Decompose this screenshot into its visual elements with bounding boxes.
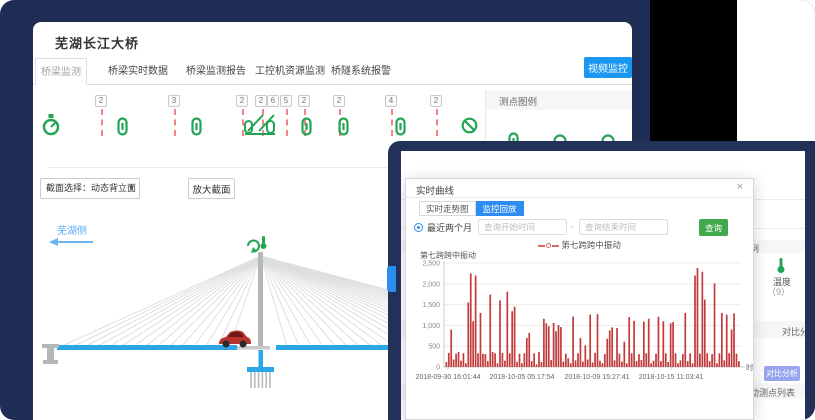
section-select-dropdown[interactable]: 截面选择：动态背立面 ▼ bbox=[40, 178, 140, 199]
range-separator: - bbox=[571, 222, 574, 231]
svg-text:2,000: 2,000 bbox=[422, 281, 440, 288]
svg-text:0: 0 bbox=[436, 365, 440, 372]
radio-label: 最近两个月 bbox=[427, 221, 472, 234]
svg-text:时间: 时间 bbox=[746, 362, 753, 372]
legend-marker-icon bbox=[538, 245, 545, 247]
truss-sensor-icon bbox=[242, 112, 278, 138]
svg-text:2018-10-05 05:17:54: 2018-10-05 05:17:54 bbox=[490, 374, 555, 381]
chain-link-sensor-icon bbox=[394, 117, 407, 136]
chain-link-sensor-icon bbox=[116, 117, 129, 136]
query-end-input[interactable] bbox=[579, 219, 668, 235]
chain-link-sensor-icon bbox=[190, 117, 203, 136]
sensor-dash-line bbox=[391, 109, 393, 136]
sensor-count-badge: 2 bbox=[236, 95, 248, 107]
sensor-dash-line bbox=[286, 109, 288, 136]
main-tab-5[interactable]: 桥隧系统报警 bbox=[326, 58, 396, 85]
sensor-count-badge: 2 bbox=[255, 95, 267, 107]
chevron-down-icon: ▼ bbox=[128, 179, 135, 198]
query-button[interactable]: 查询 bbox=[699, 219, 728, 236]
recent-two-months-radio[interactable] bbox=[414, 223, 423, 232]
modal-header: 实时曲线 × bbox=[406, 179, 753, 198]
gauge-sensor-icon bbox=[41, 113, 61, 137]
temp-legend-count: （9） bbox=[767, 285, 790, 298]
thermometer-icon bbox=[775, 257, 787, 274]
main-tab-2[interactable]: 桥梁实时数据 bbox=[103, 58, 173, 85]
modal-tab-2[interactable]: 监控回放 bbox=[476, 201, 524, 216]
svg-text:1,500: 1,500 bbox=[422, 302, 440, 309]
sensor-count-badge: 3 bbox=[168, 95, 180, 107]
sensor-count-badge: 2 bbox=[430, 95, 442, 107]
page-background: 芜湖长江大桥 桥梁监测桥梁实时数据桥梁监测报告工控机资源监测桥隧系统报警 视频监… bbox=[0, 0, 815, 420]
side-tab-handle[interactable] bbox=[387, 266, 396, 292]
legend-series-name: 第七跨跨中振动 bbox=[561, 240, 621, 250]
vibration-chart: 0 500 1,000 1,500 2,000 2,500 2018-09-30 16:01… bbox=[406, 253, 753, 393]
compare-analysis-button[interactable]: 对比分析 bbox=[764, 366, 800, 381]
legend-marker-icon bbox=[552, 245, 559, 247]
section-select-label: 截面选择： bbox=[46, 183, 91, 193]
svg-text:2018-09-30 16:01:44: 2018-09-30 16:01:44 bbox=[416, 374, 481, 381]
legend-panel-title: 测点图例 bbox=[499, 94, 537, 108]
svg-text:500: 500 bbox=[428, 344, 440, 351]
video-monitor-button[interactable]: 视频监控 bbox=[584, 57, 632, 78]
sensor-count-badge: 2 bbox=[333, 95, 345, 107]
popup-window-content: 测点图例 温度 （9） 对比分析 对比分析 振动测点列表 实时曲线 × 实时走势… bbox=[401, 151, 805, 420]
svg-text:2,500: 2,500 bbox=[422, 261, 440, 268]
main-tab-1[interactable]: 桥梁监测 bbox=[35, 58, 87, 85]
page-title: 芜湖长江大桥 bbox=[55, 33, 139, 52]
query-start-input[interactable] bbox=[478, 219, 567, 235]
background-white-window bbox=[737, 0, 815, 141]
realtime-curve-modal: 实时曲线 × 实时走势图监控回放 最近两个月 - 查询 第七跨跨中振动 第七跨跨… bbox=[405, 178, 754, 420]
prohibit-sensor-icon bbox=[461, 117, 478, 134]
sensor-dash-line bbox=[174, 109, 176, 136]
sensor-dash-line bbox=[101, 109, 103, 136]
sensor-count-badge: 5 bbox=[280, 95, 292, 107]
compare-section-title: 对比分析 bbox=[782, 325, 805, 338]
modal-tab-1[interactable]: 实时走势图 bbox=[419, 201, 476, 216]
svg-text:2018-10-15 11:03:41: 2018-10-15 11:03:41 bbox=[639, 374, 704, 381]
legend-marker-circle-icon bbox=[546, 243, 551, 248]
svg-text:1,000: 1,000 bbox=[422, 323, 440, 330]
chain-link-sensor-icon bbox=[337, 117, 350, 136]
sensor-dash-line bbox=[436, 109, 438, 136]
sensor-count-badge: 4 bbox=[385, 95, 397, 107]
main-tab-3[interactable]: 桥梁监测报告 bbox=[180, 58, 252, 85]
svg-text:2018-10-09 15:27:41: 2018-10-09 15:27:41 bbox=[565, 374, 630, 381]
sensor-count-badge: 6 bbox=[267, 95, 279, 107]
enlarge-section-button[interactable]: 放大截面 bbox=[188, 178, 235, 199]
main-tab-4[interactable]: 工控机资源监测 bbox=[250, 58, 330, 85]
close-icon[interactable]: × bbox=[737, 181, 743, 193]
chain-link-sensor-icon bbox=[300, 117, 313, 136]
background-black-window bbox=[650, 0, 737, 141]
modal-title: 实时曲线 bbox=[416, 183, 454, 197]
popup-window: 测点图例 温度 （9） 对比分析 对比分析 振动测点列表 实时曲线 × 实时走势… bbox=[388, 141, 815, 420]
sensor-count-badge: 2 bbox=[298, 95, 310, 107]
sensor-count-badge: 2 bbox=[95, 95, 107, 107]
